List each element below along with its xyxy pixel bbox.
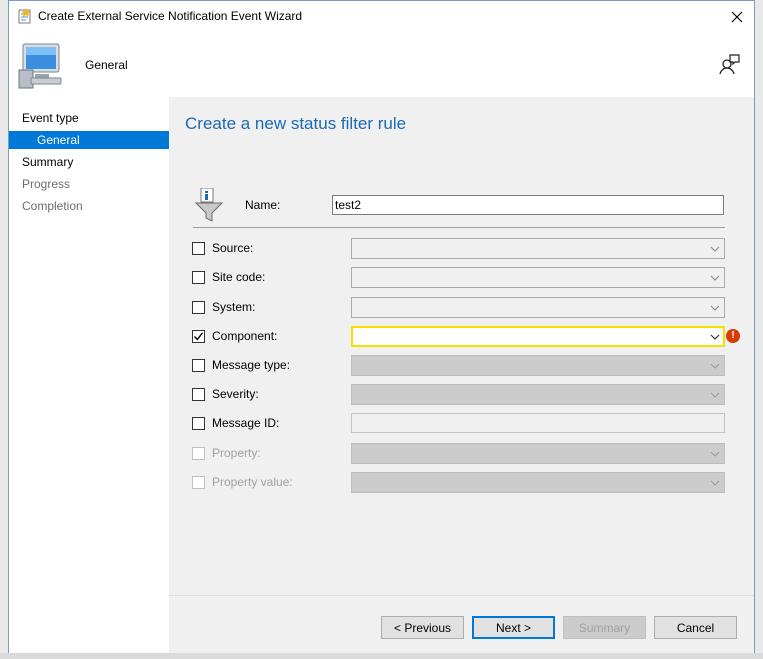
nav-item-general[interactable]: General — [9, 131, 169, 149]
property-checkbox — [192, 447, 205, 460]
next-button[interactable]: Next > — [472, 616, 555, 639]
message-type-checkbox[interactable] — [192, 359, 205, 372]
page-heading: Create a new status filter rule — [185, 114, 407, 133]
message-id-label: Message ID: — [212, 416, 280, 430]
computer-icon — [18, 43, 62, 89]
system-checkbox[interactable] — [192, 301, 205, 314]
wizard-content: Create a new status filter rule Name: So… — [169, 97, 754, 653]
source-combo[interactable] — [351, 238, 725, 259]
nav-item-summary[interactable]: Summary — [9, 153, 169, 171]
filter-row-system: System: — [169, 297, 754, 319]
message-type-combo[interactable] — [351, 355, 725, 376]
system-combo[interactable] — [351, 297, 725, 318]
wizard-title-icon — [18, 8, 31, 24]
name-input[interactable] — [332, 195, 724, 215]
wizard-navigation: Event type General Summary Progress Comp… — [9, 97, 169, 653]
property-value-combo — [351, 472, 725, 493]
name-separator — [193, 227, 725, 228]
nav-item-progress: Progress — [22, 177, 71, 191]
filter-row-message-id: Message ID: — [169, 413, 754, 435]
nav-item-event-type[interactable]: Event type — [9, 109, 169, 127]
cancel-button[interactable]: Cancel — [654, 616, 737, 639]
chevron-down-icon — [710, 392, 720, 398]
close-button[interactable] — [720, 1, 754, 32]
component-checkbox[interactable] — [192, 330, 205, 343]
summary-button: Summary — [563, 616, 646, 639]
chevron-down-icon — [710, 246, 720, 252]
site-code-combo[interactable] — [351, 267, 725, 288]
nav-item-completion: Completion — [22, 199, 83, 213]
filter-row-site-code: Site code: — [169, 267, 754, 289]
property-value-label: Property value: — [212, 475, 293, 489]
background-app-strip — [0, 653, 763, 659]
title-bar: Create External Service Notification Eve… — [9, 1, 754, 32]
source-checkbox[interactable] — [192, 242, 205, 255]
message-id-input[interactable] — [351, 413, 725, 433]
severity-checkbox[interactable] — [192, 388, 205, 401]
previous-button[interactable]: < Previous — [381, 616, 464, 639]
close-icon — [731, 11, 743, 22]
component-label: Component: — [212, 329, 278, 343]
chevron-down-icon — [710, 275, 720, 281]
chevron-down-icon — [710, 305, 720, 311]
severity-combo[interactable] — [351, 384, 725, 405]
property-value-checkbox — [192, 476, 205, 489]
chevron-down-icon — [710, 451, 720, 457]
site-code-label: Site code: — [212, 270, 266, 284]
checkmark-icon — [193, 332, 204, 341]
chevron-down-icon — [710, 363, 720, 369]
severity-label: Severity: — [212, 387, 259, 401]
chevron-down-icon — [710, 334, 720, 340]
filter-row-message-type: Message type: — [169, 355, 754, 377]
filter-info-icon — [195, 188, 223, 222]
wizard-window: Create External Service Notification Eve… — [8, 0, 755, 653]
property-label: Property: — [212, 446, 261, 460]
site-code-checkbox[interactable] — [192, 271, 205, 284]
window-title: Create External Service Notification Eve… — [38, 9, 303, 23]
filter-row-property: Property: — [169, 443, 754, 465]
message-type-label: Message type: — [212, 358, 291, 372]
wizard-header: General — [9, 32, 754, 97]
header-page-title: General — [85, 58, 128, 72]
property-combo — [351, 443, 725, 464]
source-label: Source: — [212, 241, 254, 255]
filter-row-source: Source: — [169, 238, 754, 260]
user-help-icon[interactable] — [718, 53, 740, 75]
name-label: Name: — [245, 198, 281, 212]
footer-separator — [169, 595, 754, 596]
filter-row-property-value: Property value: — [169, 472, 754, 494]
system-label: System: — [212, 300, 256, 314]
message-id-checkbox[interactable] — [192, 417, 205, 430]
chevron-down-icon — [710, 480, 720, 486]
filter-row-severity: Severity: — [169, 384, 754, 406]
component-combo[interactable] — [351, 326, 725, 347]
filter-row-component: Component: ! — [169, 326, 754, 348]
error-icon: ! — [726, 329, 740, 343]
